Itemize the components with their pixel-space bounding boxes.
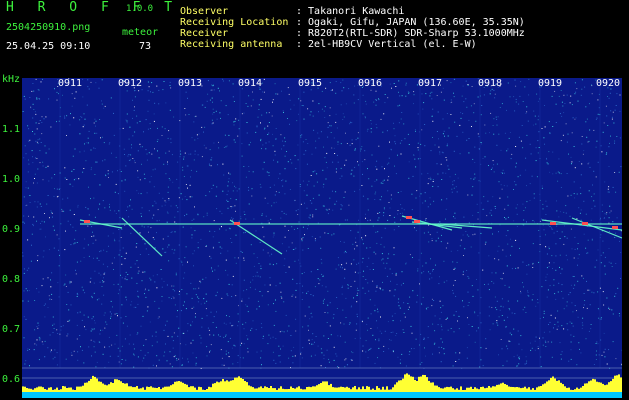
meteor-hotspot-2: [234, 222, 240, 225]
x-tick-0912: 0912: [118, 78, 143, 89]
y-tick-0-9: 0.9: [2, 224, 21, 235]
info-label-receiver: Receiver: [180, 28, 229, 39]
x-tick-0914: 0914: [238, 78, 263, 89]
meteor-hotspot-3: [406, 216, 412, 219]
info-value-antenna: : 2el-HB9CV Vertical (el. E-W): [296, 39, 477, 50]
amplitude-bars: [22, 373, 622, 392]
info-label-location: Receiving Location: [180, 17, 289, 28]
meteor-hotspot-4: [414, 220, 420, 223]
x-tick-0919: 0919: [538, 78, 563, 89]
app-title: H R O F F T: [6, 0, 181, 15]
info-value-receiver: : R820T2(RTL-SDR) SDR-Sharp 53.1000MHz: [296, 28, 525, 39]
app-version: 1.0.0: [126, 4, 154, 14]
x-tick-0913: 0913: [178, 78, 203, 89]
y-tick-1-1: 1.1: [2, 124, 21, 135]
y-tick-0-6: 0.6: [2, 374, 21, 385]
y-tick-1-0: 1.0: [2, 174, 21, 185]
spectrogram-plot: [22, 78, 622, 398]
y-tick-0-7: 0.7: [2, 324, 21, 335]
info-value-location: : Ogaki, Gifu, JAPAN (136.60E, 35.35N): [296, 17, 525, 28]
meteor-hotspot-5: [550, 222, 556, 225]
date-time: 25.04.25 09:10: [6, 41, 91, 52]
y-axis-unit: kHz: [2, 74, 21, 85]
hroft-spectrogram-window: H R O F F T 1.0.0 2504250910.png meteor …: [0, 0, 629, 400]
meteor-hotspot-6: [582, 222, 588, 225]
x-tick-0915: 0915: [298, 78, 323, 89]
info-label-observer: Observer: [180, 6, 229, 17]
meteor-echo-3: [229, 219, 283, 255]
meteor-hotspot-7: [612, 226, 618, 229]
x-tick-0917: 0917: [418, 78, 443, 89]
x-tick-0918: 0918: [478, 78, 503, 89]
x-tick-0920: 0920: [596, 78, 621, 89]
x-tick-0916: 0916: [358, 78, 383, 89]
y-tick-0-8: 0.8: [2, 274, 21, 285]
meteor-label: meteor: [122, 27, 159, 38]
file-name: 2504250910.png: [6, 22, 91, 33]
x-tick-0911: 0911: [58, 78, 83, 89]
info-label-antenna: Receiving antenna: [180, 39, 283, 50]
header-panel: H R O F F T 1.0.0 2504250910.png meteor …: [0, 0, 629, 72]
meteor-count: 73: [139, 41, 152, 52]
amplitude-baseline: [22, 392, 622, 398]
info-value-observer: : Takanori Kawachi: [296, 6, 405, 17]
meteor-hotspot-1: [84, 220, 90, 223]
spectrogram-canvas: [22, 78, 622, 398]
